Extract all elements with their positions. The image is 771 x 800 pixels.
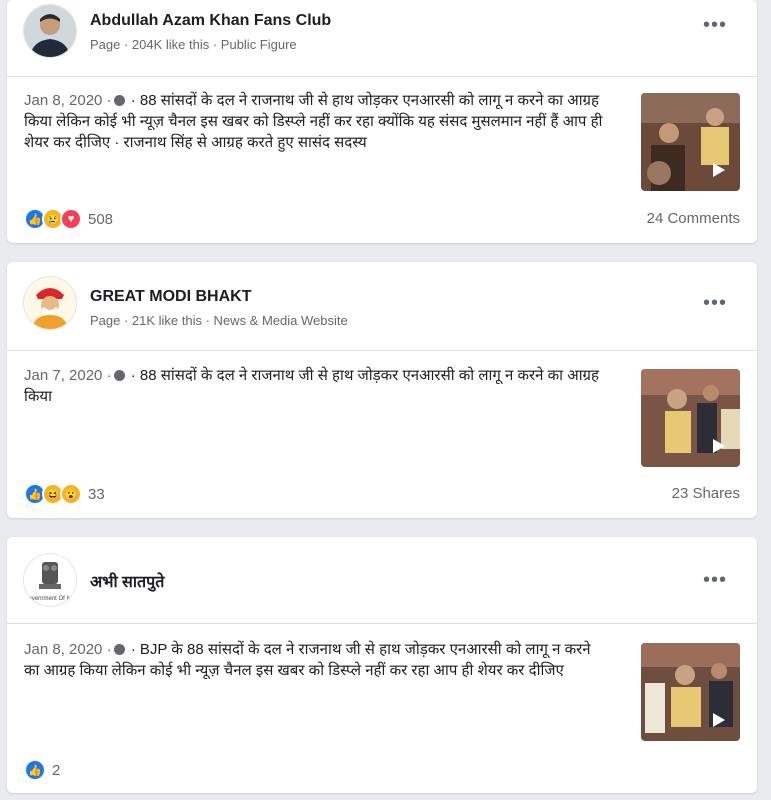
wow-reaction-icon: 😮 <box>60 483 82 505</box>
page-name[interactable]: अभी सातपुते <box>90 570 164 592</box>
video-thumbnail[interactable] <box>641 369 740 467</box>
globe-icon <box>113 644 125 655</box>
page-avatar[interactable]: overnment Of In <box>23 553 77 607</box>
shares-count[interactable]: 23 Shares <box>672 485 740 502</box>
post-date[interactable]: Jan 8, 2020 · <box>24 92 112 109</box>
post-date[interactable]: Jan 7, 2020 · <box>24 367 112 384</box>
post-header: Abdullah Azam Khan Fans Club Page · 204K… <box>7 0 757 77</box>
page-name[interactable]: GREAT MODI BHAKT <box>90 288 251 306</box>
page-meta: Page · 21K like this · News & Media Webs… <box>90 313 348 328</box>
page-name[interactable]: Abdullah Azam Khan Fans Club <box>90 12 331 30</box>
reactions-bar[interactable]: 👍 😆 😮 33 <box>24 483 105 505</box>
post-body: Jan 8, 2020 · · BJP के 88 सांसदों के दल … <box>24 639 609 681</box>
post-date[interactable]: Jan 8, 2020 · <box>24 641 112 658</box>
post-card: overnment Of In अभी सातपुते ••• Jan 8, 2… <box>7 537 757 793</box>
more-options-icon[interactable]: ••• <box>703 14 727 37</box>
reaction-count[interactable]: 508 <box>88 211 113 228</box>
video-thumbnail[interactable] <box>641 643 740 741</box>
video-thumbnail[interactable] <box>641 93 740 191</box>
post-header: overnment Of In अभी सातपुते ••• <box>7 537 757 624</box>
more-options-icon[interactable]: ••• <box>703 569 727 592</box>
page-avatar[interactable] <box>23 276 77 330</box>
more-options-icon[interactable]: ••• <box>703 292 727 315</box>
emblem-text: overnment Of In <box>28 596 71 602</box>
reactions-bar[interactable]: 👍 😢 ♥ 508 <box>24 208 113 230</box>
love-reaction-icon: ♥ <box>60 208 82 230</box>
post-card: Abdullah Azam Khan Fans Club Page · 204K… <box>7 0 757 243</box>
reaction-count[interactable]: 33 <box>88 486 105 503</box>
reaction-count[interactable]: 2 <box>52 762 60 779</box>
reactions-bar[interactable]: 👍 2 <box>24 759 60 781</box>
globe-icon <box>113 95 125 106</box>
post-header: GREAT MODI BHAKT Page · 21K like this · … <box>7 262 757 351</box>
page-avatar[interactable] <box>23 4 77 58</box>
like-reaction-icon: 👍 <box>24 759 46 781</box>
post-body: Jan 8, 2020 · · 88 सांसदों के दल ने राजन… <box>24 90 609 153</box>
post-body: Jan 7, 2020 · · 88 सांसदों के दल ने राजन… <box>24 365 609 407</box>
comments-count[interactable]: 24 Comments <box>647 210 740 227</box>
page-meta: Page · 204K like this · Public Figure <box>90 37 297 52</box>
post-card: GREAT MODI BHAKT Page · 21K like this · … <box>7 262 757 518</box>
globe-icon <box>113 370 125 381</box>
